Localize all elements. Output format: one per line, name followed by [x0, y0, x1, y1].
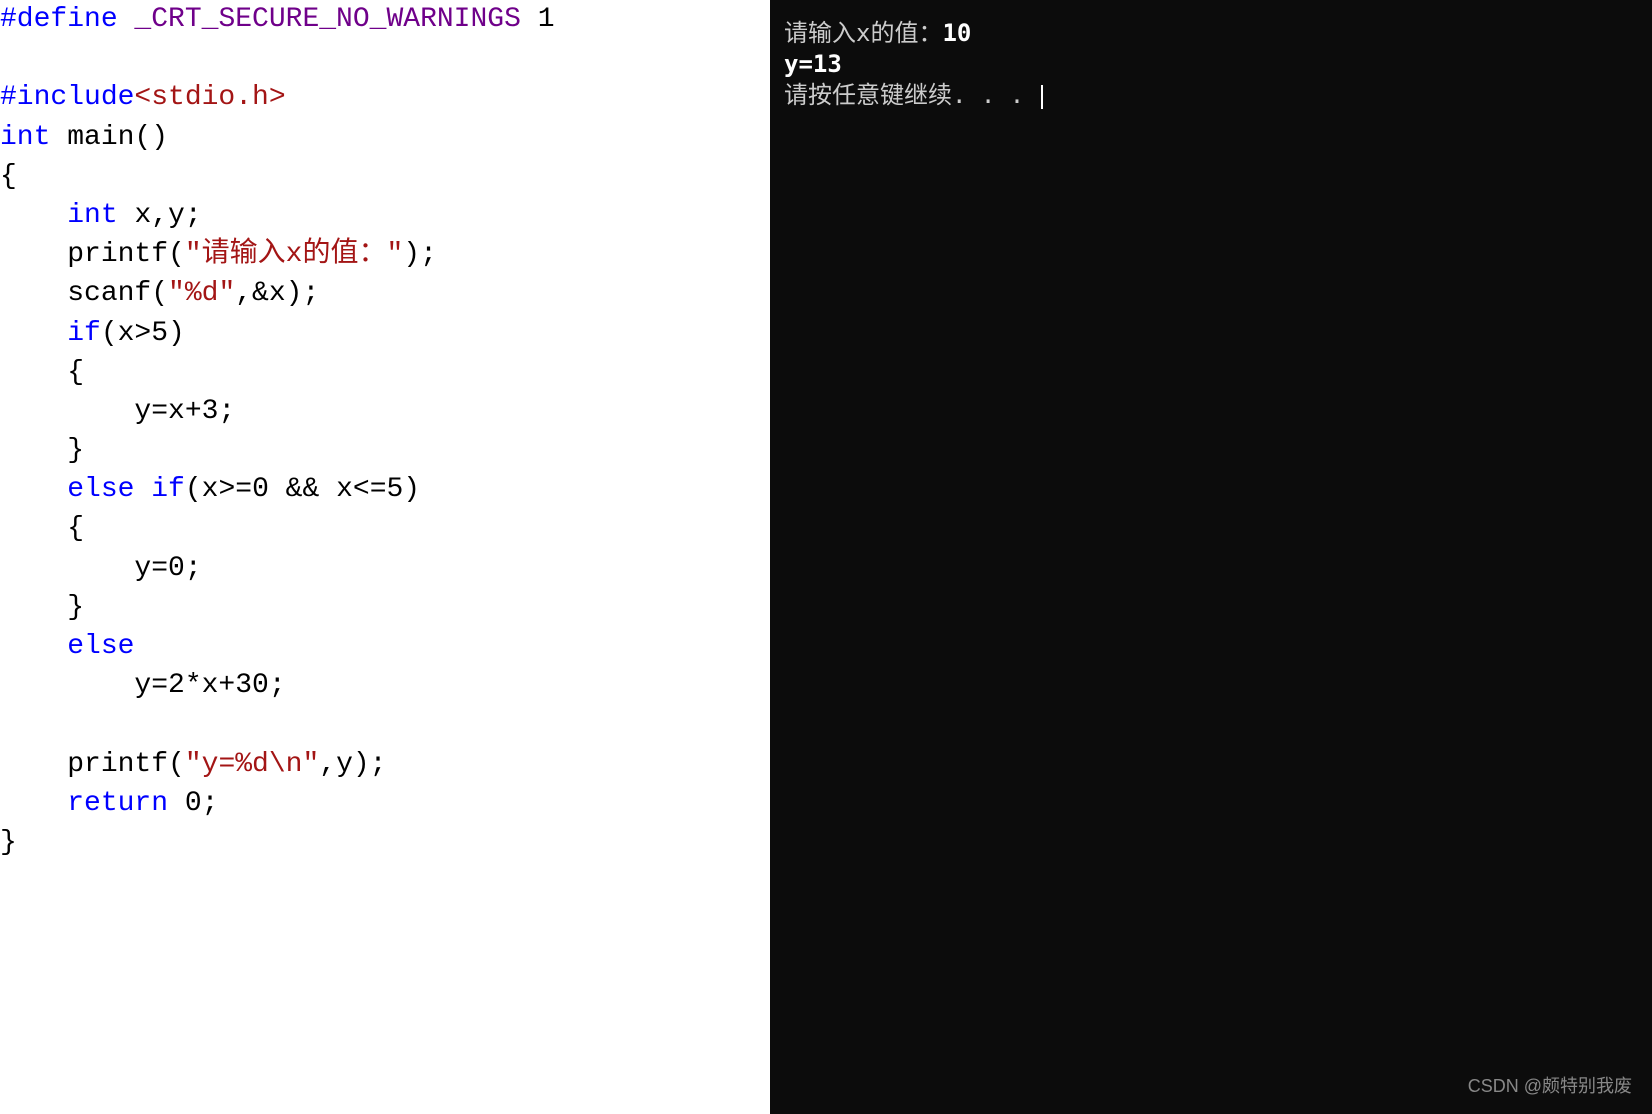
code-line-21[interactable]: return 0;: [0, 784, 770, 823]
code-line-22[interactable]: }: [0, 823, 770, 862]
code-line-13[interactable]: else if(x>=0 && x<=5): [0, 470, 770, 509]
code-line-17[interactable]: else: [0, 627, 770, 666]
preproc-include: #include: [0, 82, 134, 113]
keyword-else: else: [67, 631, 134, 662]
code-line-20[interactable]: printf("y=%d\n",y);: [0, 745, 770, 784]
keyword-else: else: [67, 474, 134, 505]
code-line-3[interactable]: #include<stdio.h>: [0, 78, 770, 117]
console-line-2: y=13: [784, 49, 1638, 80]
user-input-value: 10: [942, 19, 971, 47]
type-int: int: [0, 122, 50, 153]
output-value: y=13: [784, 50, 842, 78]
string-literal: "y=%d\n": [185, 749, 319, 780]
console-line-1: 请输入x的值：10: [784, 18, 1638, 49]
console-output-pane[interactable]: 请输入x的值：10 y=13 请按任意键继续. . . CSDN @颇特别我废: [770, 0, 1652, 1114]
code-line-6[interactable]: int x,y;: [0, 196, 770, 235]
cursor-icon: [1041, 85, 1043, 109]
code-line-1[interactable]: #define _CRT_SECURE_NO_WARNINGS 1: [0, 0, 770, 39]
code-line-11[interactable]: y=x+3;: [0, 392, 770, 431]
main-decl: main(): [50, 122, 168, 153]
code-line-8[interactable]: scanf("%d",&x);: [0, 274, 770, 313]
string-literal: "%d": [168, 278, 235, 309]
include-path: <stdio.h>: [134, 82, 285, 113]
code-line-14[interactable]: {: [0, 509, 770, 548]
keyword-if: if: [151, 474, 185, 505]
code-line-4[interactable]: int main(): [0, 118, 770, 157]
prompt-label: 请输入x的值：: [784, 19, 942, 47]
code-line-12[interactable]: }: [0, 431, 770, 470]
code-line-19[interactable]: [0, 705, 770, 744]
watermark-label: CSDN @颇特别我废: [1468, 1075, 1632, 1098]
preproc-define: #define: [0, 4, 118, 35]
press-any-key: 请按任意键继续. . .: [784, 81, 1039, 109]
string-literal: "请输入x的值：": [185, 239, 403, 270]
console-line-3: 请按任意键继续. . .: [784, 80, 1638, 111]
type-int: int: [67, 200, 117, 231]
code-line-15[interactable]: y=0;: [0, 549, 770, 588]
keyword-if: if: [67, 318, 101, 349]
code-line-5[interactable]: {: [0, 157, 770, 196]
code-line-10[interactable]: {: [0, 353, 770, 392]
code-line-9[interactable]: if(x>5): [0, 314, 770, 353]
code-editor-pane[interactable]: #define _CRT_SECURE_NO_WARNINGS 1 #inclu…: [0, 0, 770, 1114]
code-line-7[interactable]: printf("请输入x的值：");: [0, 235, 770, 274]
code-line-18[interactable]: y=2*x+30;: [0, 666, 770, 705]
macro-name: _CRT_SECURE_NO_WARNINGS: [118, 4, 521, 35]
macro-value: 1: [521, 4, 555, 35]
keyword-return: return: [67, 788, 168, 819]
code-line-16[interactable]: }: [0, 588, 770, 627]
code-line-2[interactable]: [0, 39, 770, 78]
